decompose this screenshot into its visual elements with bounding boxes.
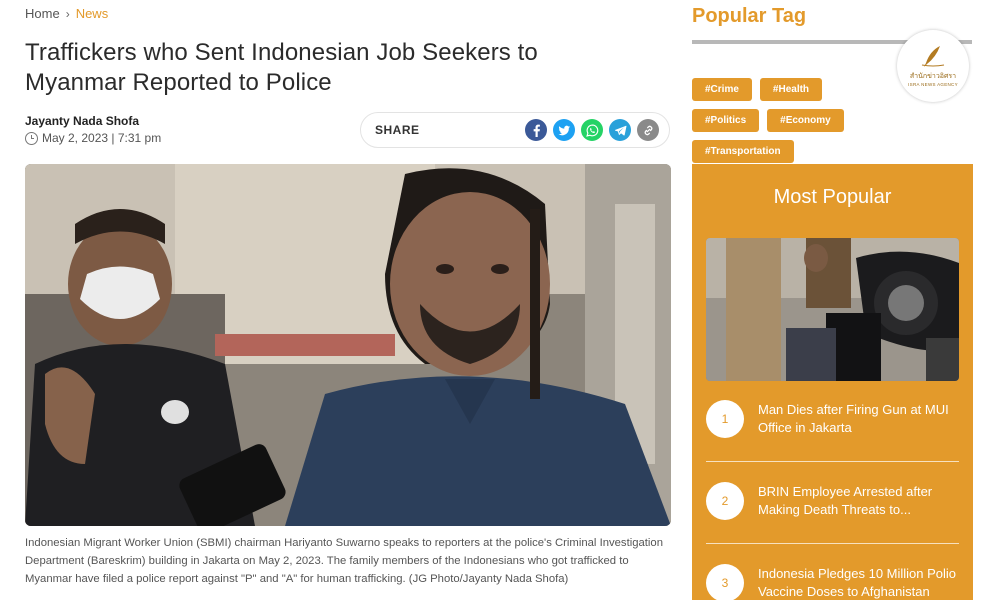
most-popular-panel: Most Popular 1 Man Dies after Firing Gun… [692, 164, 973, 600]
telegram-icon[interactable] [609, 119, 631, 141]
facebook-icon[interactable] [525, 119, 547, 141]
chevron-right-icon: › [65, 6, 70, 21]
publish-date-text: May 2, 2023 | 7:31 pm [42, 131, 162, 145]
tag-politics[interactable]: #Politics [692, 109, 760, 132]
isra-news-agency-logo: สำนักข่าวอิศรา ISRA NEWS AGENCY [897, 30, 969, 102]
twitter-icon[interactable] [553, 119, 575, 141]
clock-icon [25, 131, 38, 145]
share-icons [525, 119, 659, 141]
publish-date: May 2, 2023 | 7:31 pm [25, 131, 161, 145]
tag-transportation[interactable]: #Transportation [692, 140, 794, 163]
popular-tag-heading: Popular Tag [692, 5, 807, 27]
share-label: SHARE [375, 123, 420, 137]
list-divider [706, 461, 959, 462]
article-title: Traffickers who Sent Indonesian Job Seek… [25, 39, 538, 96]
most-popular-photo[interactable] [706, 238, 959, 381]
logo-text-english: ISRA NEWS AGENCY [908, 82, 958, 87]
most-popular-item[interactable]: 2 BRIN Employee Arrested after Making De… [706, 482, 959, 520]
rank-badge: 2 [706, 482, 744, 520]
byline: Jayanty Nada Shofa May 2, 2023 | 7:31 pm [25, 114, 161, 145]
tag-economy[interactable]: #Economy [767, 109, 844, 132]
most-popular-heading: Most Popular [773, 186, 892, 208]
most-popular-item[interactable]: 1 Man Dies after Firing Gun at MUI Offic… [706, 400, 959, 438]
tag-health[interactable]: #Health [759, 78, 823, 101]
share-bar: SHARE [360, 112, 670, 148]
logo-text-thai: สำนักข่าวอิศรา [909, 73, 957, 80]
link-icon[interactable] [637, 119, 659, 141]
breadcrumb-home-link[interactable]: Home [25, 6, 60, 21]
most-popular-title[interactable]: Indonesia Pledges 10 Million Polio Vacci… [758, 565, 959, 600]
breadcrumb-news-link[interactable]: News [76, 6, 109, 21]
list-divider [706, 543, 959, 544]
tag-crime[interactable]: #Crime [692, 78, 752, 101]
most-popular-title[interactable]: BRIN Employee Arrested after Making Deat… [758, 483, 959, 519]
breadcrumb: Home › News [25, 6, 108, 21]
author-link[interactable]: Jayanty Nada Shofa [25, 114, 161, 128]
tag-list: #Crime #Health #Politics #Economy #Trans… [692, 78, 892, 163]
whatsapp-icon[interactable] [581, 119, 603, 141]
rank-badge: 1 [706, 400, 744, 438]
quill-icon [921, 46, 945, 67]
most-popular-item[interactable]: 3 Indonesia Pledges 10 Million Polio Vac… [706, 564, 959, 600]
article-photo [25, 164, 671, 526]
rank-badge: 3 [706, 564, 744, 600]
photo-caption: Indonesian Migrant Worker Union (SBMI) c… [25, 537, 663, 585]
most-popular-title[interactable]: Man Dies after Firing Gun at MUI Office … [758, 401, 959, 437]
